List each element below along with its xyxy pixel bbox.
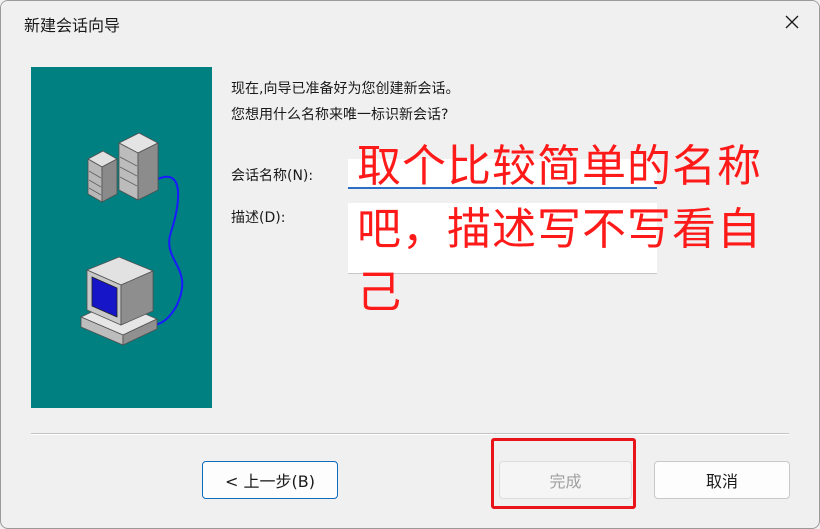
red-annotation-text: 取个比较简单的名称 吧，描述写不写看自 己 — [357, 135, 807, 324]
window-title: 新建会话向导 — [24, 16, 121, 35]
title-bar: 新建会话向导 — [1, 1, 819, 45]
desktop-computer-icon — [80, 256, 158, 346]
network-illustration — [80, 132, 184, 346]
close-icon — [785, 15, 799, 29]
intro-line-1: 现在,向导已准备好为您创建新会话。 — [231, 81, 460, 97]
wizard-side-panel — [31, 67, 212, 408]
description-label: 描述(D): — [231, 210, 286, 226]
annotation-line-1: 取个比较简单的名称 — [357, 141, 762, 192]
session-name-label: 会话名称(N): — [231, 168, 314, 184]
annotation-line-3: 己 — [357, 267, 402, 318]
close-button[interactable] — [777, 7, 807, 37]
finish-button[interactable]: 完成 — [499, 461, 632, 499]
annotation-line-2: 吧，描述写不写看自 — [357, 204, 762, 255]
wizard-window: 新建会话向导 现在,向导已准备好为您创建新会话。 您想用什么名称来唯一标识新会话… — [0, 0, 820, 529]
cancel-button[interactable]: 取消 — [654, 461, 790, 499]
intro-line-2: 您想用什么名称来唯一标识新会话? — [231, 107, 449, 123]
button-divider — [31, 433, 789, 435]
back-button[interactable]: < 上一步(B) — [202, 461, 338, 499]
server-stack-icon — [87, 132, 159, 203]
